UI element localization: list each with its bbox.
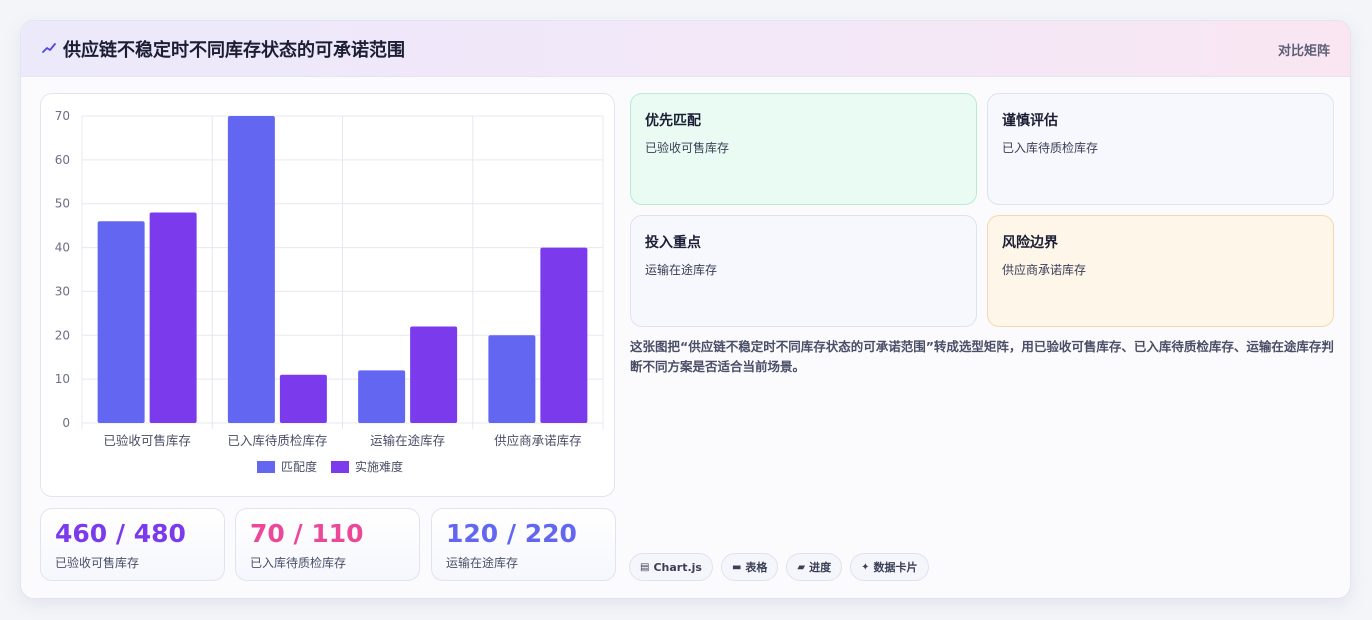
y-tick-label: 60 <box>55 153 70 167</box>
legend-swatch <box>257 461 275 473</box>
tech-chips: ▤ Chart.js ▬ 表格 ▰ 进度 ✦ 数据卡片 <box>629 553 929 581</box>
tile-subtitle: 运输在途库存 <box>645 263 718 277</box>
chip-label: Chart.js <box>653 560 702 574</box>
bar-match <box>97 221 145 423</box>
bar-match <box>358 370 406 423</box>
tile-risk-boundary: 风险边界 供应商承诺库存 <box>987 215 1334 327</box>
y-tick-label: 40 <box>55 241 70 255</box>
y-tick-label: 30 <box>55 284 70 298</box>
stat-label: 运输在途库存 <box>446 556 519 570</box>
tile-title: 投入重点 <box>645 235 701 251</box>
x-tick-label: 已入库待质检库存 <box>227 433 327 448</box>
stat-card-3: 120 / 220 运输在途库存 <box>431 508 616 581</box>
bar-chart-panel: 0 10 20 30 40 50 60 70 已验收可售库存 已入库待质检库存 运输在途库存 供应商承… <box>40 93 615 497</box>
bar-difficulty <box>410 326 458 423</box>
trend-icon <box>42 43 56 53</box>
legend-label: 匹配度 <box>281 459 317 474</box>
chip-label: 表格 <box>745 561 768 574</box>
y-tick-label: 0 <box>62 416 70 430</box>
page-title: 供应链不稳定时不同库存状态的可承诺范围 <box>63 40 405 61</box>
bar-difficulty <box>279 374 327 423</box>
table-icon: ▬ <box>731 561 742 573</box>
legend-swatch <box>331 461 349 473</box>
stat-card-2: 70 / 110 已入库待质检库存 <box>235 508 420 581</box>
stat-value: 460 / 480 <box>55 519 186 548</box>
chip-label: 数据卡片 <box>873 561 918 574</box>
chip-table[interactable]: ▬ 表格 <box>720 553 779 581</box>
tile-title: 风险边界 <box>1002 235 1058 251</box>
progress-icon: ▰ <box>797 561 806 573</box>
tile-investment-focus: 投入重点 运输在途库存 <box>630 215 977 327</box>
y-tick-label: 20 <box>55 328 70 342</box>
y-tick-label: 50 <box>55 197 70 211</box>
chip-chartjs[interactable]: ▤ Chart.js <box>629 553 713 581</box>
stat-label: 已入库待质检库存 <box>250 556 347 570</box>
x-tick-label: 运输在途库存 <box>370 433 445 448</box>
y-tick-label: 10 <box>55 372 70 386</box>
header-tag: 对比矩阵 <box>1277 44 1330 59</box>
stat-value: 120 / 220 <box>446 519 577 548</box>
sparkle-icon: ✦ <box>861 561 870 573</box>
legend-label: 实施难度 <box>355 459 403 474</box>
chip-progress[interactable]: ▰ 进度 <box>786 553 843 581</box>
chip-data-card[interactable]: ✦ 数据卡片 <box>850 553 929 581</box>
chart-icon: ▤ <box>640 561 650 573</box>
tile-subtitle: 已验收可售库存 <box>645 141 730 155</box>
tile-subtitle: 供应商承诺库存 <box>1002 263 1087 277</box>
tile-careful-review: 谨慎评估 已入库待质检库存 <box>987 93 1334 205</box>
tile-title: 优先匹配 <box>645 113 701 129</box>
tile-subtitle: 已入库待质检库存 <box>1002 141 1099 155</box>
bar-match <box>488 335 536 423</box>
y-tick-label: 70 <box>55 109 70 123</box>
bar-chart: 0 10 20 30 40 50 60 70 已验收可售库存 已入库待质检库存 运输在途库存 供应商承… <box>55 109 604 474</box>
chip-label: 进度 <box>809 561 832 574</box>
bar-difficulty <box>540 247 588 423</box>
tile-title: 谨慎评估 <box>1002 113 1058 129</box>
matrix-card: 供应链不稳定时不同库存状态的可承诺范围 对比矩阵 0 10 20 30 40 50 60 70… <box>20 20 1351 599</box>
matrix-description: 这张图把“供应链不稳定时不同库存状态的可承诺范围”转成选型矩阵，用已验收可售库存… <box>630 339 1334 374</box>
card-header: 供应链不稳定时不同库存状态的可承诺范围 对比矩阵 <box>21 21 1350 77</box>
stat-label: 已验收可售库存 <box>55 556 140 570</box>
bar-difficulty <box>149 212 197 423</box>
x-tick-label: 已验收可售库存 <box>103 433 191 448</box>
bar-match <box>227 116 275 423</box>
stat-card-1: 460 / 480 已验收可售库存 <box>40 508 225 581</box>
stat-value: 70 / 110 <box>250 519 364 548</box>
x-tick-label: 供应商承诺库存 <box>494 433 582 448</box>
tile-priority-match: 优先匹配 已验收可售库存 <box>630 93 977 205</box>
